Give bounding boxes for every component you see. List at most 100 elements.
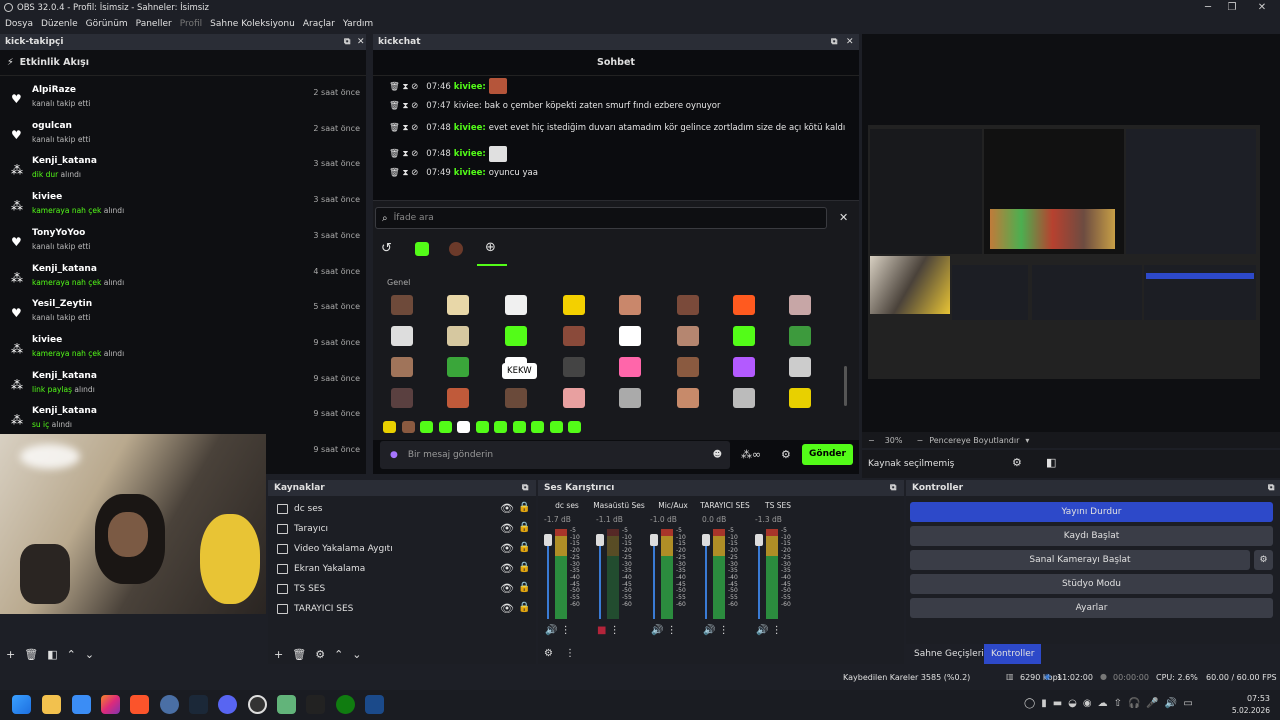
source-filters-icon[interactable]: ◧	[1046, 456, 1056, 469]
lock-icon[interactable]: 🔒	[518, 502, 530, 513]
mod-actions-icon[interactable]: 🗑 ⧗ ⊘	[389, 149, 418, 159]
menu-view[interactable]: Görünüm	[86, 15, 128, 33]
kick-emotes-icon[interactable]	[415, 242, 429, 256]
xbox-icon[interactable]	[336, 695, 355, 714]
emote-item[interactable]	[505, 326, 527, 346]
event-user[interactable]: Kenji_katana	[32, 406, 97, 416]
channel-menu-icon[interactable]: ⋮	[768, 625, 782, 636]
tab-controls[interactable]: Kontroller	[984, 644, 1042, 664]
mixer-settings-icon[interactable]: ⚙	[544, 648, 553, 659]
emote-item[interactable]	[438, 421, 452, 433]
emote-item[interactable]	[789, 388, 811, 408]
undock-icon[interactable]: ⧉	[1268, 480, 1274, 496]
emote-item[interactable]	[677, 295, 699, 315]
event-user[interactable]: kiviee	[32, 335, 62, 345]
preview-canvas[interactable]	[862, 34, 1280, 432]
volume-fader[interactable]	[758, 534, 760, 619]
send-button[interactable]: Gönder	[802, 444, 853, 465]
stop-stream-button[interactable]: Yayını Durdur	[910, 502, 1273, 522]
fader-handle[interactable]	[755, 534, 763, 546]
browser-icon[interactable]	[160, 695, 179, 714]
emote-item[interactable]	[549, 421, 563, 433]
history-icon[interactable]: ↺	[381, 241, 392, 256]
message-user[interactable]: kiviee:	[454, 149, 486, 159]
fader-handle[interactable]	[702, 534, 710, 546]
emote-item[interactable]	[391, 295, 413, 315]
picker-close-icon[interactable]: ✕	[839, 211, 848, 224]
lock-icon[interactable]: 🔒	[518, 542, 530, 553]
epic-games-icon[interactable]	[306, 695, 325, 714]
windows-start-icon[interactable]	[12, 695, 31, 714]
emote-item[interactable]	[447, 295, 469, 315]
speaker-icon[interactable]: 🔊	[545, 625, 557, 636]
event-user[interactable]: Kenji_katana	[32, 156, 97, 166]
channel-menu-icon[interactable]: ⋮	[715, 625, 729, 636]
emote-item[interactable]	[457, 421, 470, 433]
steam-icon[interactable]	[189, 695, 208, 714]
menu-help[interactable]: Yardım	[343, 15, 373, 33]
minecraft-icon[interactable]	[277, 695, 296, 714]
emote-item[interactable]	[568, 421, 581, 433]
emote-item[interactable]	[505, 295, 527, 315]
emote-item[interactable]	[391, 326, 413, 346]
eye-icon[interactable]: 👁	[500, 542, 514, 555]
menu-tools[interactable]: Araçlar	[303, 15, 335, 33]
source-item[interactable]: Ekran Yakalama 👁 🔒	[274, 560, 530, 580]
points-icon[interactable]: ⁂∞	[741, 448, 761, 461]
source-item[interactable]: TS SES 👁 🔒	[274, 580, 530, 600]
eye-icon[interactable]: 👁	[500, 582, 514, 595]
emote-item[interactable]	[563, 357, 585, 377]
event-user[interactable]: Kenji_katana	[32, 264, 97, 274]
emote-item[interactable]	[447, 388, 469, 408]
channel-menu-icon[interactable]: ⋮	[663, 625, 677, 636]
scene-filter-icon[interactable]: ◧	[47, 648, 57, 661]
eye-icon[interactable]: 👁	[500, 502, 514, 515]
remove-scene-icon[interactable]: 🗑	[24, 648, 38, 661]
move-down-icon[interactable]: ⌄	[352, 648, 361, 661]
channel-emotes-icon[interactable]	[449, 242, 463, 256]
eye-icon[interactable]: 👁	[500, 602, 514, 615]
move-up-icon[interactable]: ⌃	[334, 648, 343, 661]
virtual-camera-button[interactable]: Sanal Kamerayı Başlat	[910, 550, 1250, 570]
global-emotes-icon[interactable]: ⊕	[485, 240, 496, 255]
undock-icon[interactable]: ⧉	[522, 480, 528, 496]
emote-item[interactable]	[494, 421, 507, 433]
source-properties-icon[interactable]: ⚙	[1012, 456, 1022, 469]
source-item[interactable]: Video Yakalama Aygıtı 👁 🔒	[274, 540, 530, 560]
emote-item[interactable]	[531, 421, 544, 433]
emote-item[interactable]	[733, 326, 755, 346]
zoom-in-icon[interactable]: −	[916, 436, 923, 445]
channel-menu-icon[interactable]: ⋮	[606, 625, 620, 636]
start-record-button[interactable]: Kaydı Başlat	[910, 526, 1273, 546]
scene-down-icon[interactable]: ⌄	[85, 648, 94, 661]
close-button[interactable]: ✕	[1250, 0, 1274, 15]
scene-up-icon[interactable]: ⌃	[67, 648, 76, 661]
emote-item[interactable]	[619, 326, 641, 346]
event-user[interactable]: TonyYoYoo	[32, 228, 85, 238]
virtual-camera-settings-icon[interactable]: ⚙	[1254, 550, 1273, 570]
zoom-out-icon[interactable]: −	[868, 436, 875, 445]
maximize-button[interactable]: ❐	[1220, 0, 1244, 15]
instagram-icon[interactable]	[101, 695, 120, 714]
undock-icon[interactable]: ⧉	[831, 34, 837, 50]
mod-actions-icon[interactable]: 🗑 ⧗ ⊘	[389, 168, 418, 178]
source-item[interactable]: dc ses 👁 🔒	[274, 500, 530, 520]
event-user[interactable]: ogulcan	[32, 121, 72, 131]
emote-item[interactable]	[733, 357, 755, 377]
lock-icon[interactable]: 🔒	[518, 602, 530, 613]
volume-fader[interactable]	[653, 534, 655, 619]
volume-fader[interactable]	[599, 534, 601, 619]
message-user[interactable]: kiviee:	[454, 168, 486, 178]
menu-file[interactable]: Dosya	[5, 15, 33, 33]
emote-item[interactable]	[391, 357, 413, 377]
source-item[interactable]: TARAYICI SES 👁 🔒	[274, 600, 530, 620]
emote-item[interactable]	[401, 421, 415, 433]
emote-item[interactable]	[447, 326, 469, 346]
emote-item[interactable]	[677, 357, 699, 377]
chevron-down-icon[interactable]: ▾	[1025, 436, 1029, 445]
source-settings-icon[interactable]: ⚙	[315, 648, 325, 661]
obs-icon[interactable]	[248, 695, 267, 714]
remove-source-icon[interactable]: 🗑	[292, 648, 306, 661]
clock-time[interactable]: 07:53	[1232, 694, 1270, 703]
minimize-button[interactable]: ─	[1196, 0, 1220, 15]
